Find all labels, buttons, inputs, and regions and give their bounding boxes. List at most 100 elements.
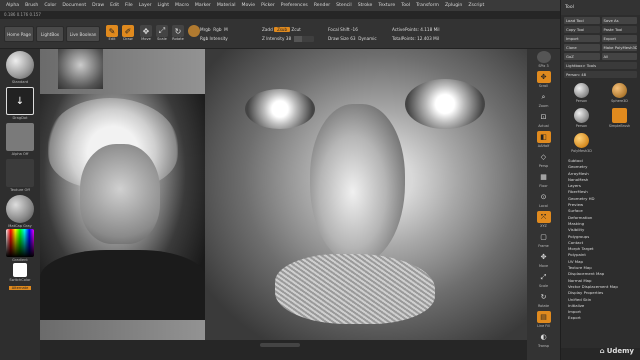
menu-render[interactable]: Render bbox=[311, 3, 333, 8]
person-slider[interactable]: Person: 48 bbox=[564, 71, 637, 78]
rotate-view-button[interactable]: ↻ Rotate bbox=[531, 291, 556, 308]
switch-color[interactable]: SwitchColor bbox=[5, 263, 35, 282]
local-button[interactable]: ⊙ Local bbox=[531, 191, 556, 208]
sculpt-model[interactable] bbox=[205, 49, 527, 340]
color-picker[interactable]: Gradient bbox=[5, 229, 35, 262]
stroke-selector[interactable]: ↓ DragDot bbox=[5, 87, 35, 120]
local-icon: ⊙ bbox=[540, 193, 547, 201]
tool-thumb-simplebrush[interactable]: SimpleBrush bbox=[602, 108, 637, 130]
actual-button[interactable]: ⊡ Actual bbox=[531, 111, 556, 128]
menu-tool[interactable]: Tool bbox=[398, 3, 413, 8]
brush-selector[interactable]: Standard bbox=[5, 51, 35, 84]
alternate-label: Alternate bbox=[8, 286, 32, 290]
menu-transform[interactable]: Transform bbox=[413, 3, 442, 8]
draw-icon: ✐ bbox=[122, 25, 134, 37]
zadd-zsub-row[interactable]: Zadd Zsub Zcut bbox=[262, 26, 301, 33]
menu-light[interactable]: Light bbox=[155, 3, 172, 8]
edit-button[interactable]: ✎ Edit bbox=[104, 25, 120, 43]
tool-thumb-label: Person bbox=[575, 99, 588, 103]
menu-macro[interactable]: Macro bbox=[172, 3, 192, 8]
mrgb-label: Mrgb bbox=[200, 27, 211, 32]
total-points-readout: TotalPoints: 12.403 Mil bbox=[392, 36, 440, 41]
menu-layer[interactable]: Layer bbox=[136, 3, 155, 8]
menu-movie[interactable]: Movie bbox=[238, 3, 258, 8]
zoom-button[interactable]: ⌕ Zoom bbox=[531, 91, 556, 109]
sphere3d-tool-icon bbox=[612, 83, 627, 98]
menu-zplugin[interactable]: Zplugin bbox=[442, 3, 465, 8]
scroll-button[interactable]: ✥ Scroll bbox=[531, 71, 556, 88]
tool-thumb-person-2[interactable]: Person bbox=[564, 108, 599, 130]
scale-icon: ⤢ bbox=[156, 25, 168, 37]
clone-button[interactable]: Clone bbox=[564, 44, 600, 51]
make-polymesh-button[interactable]: Make PolyMesh3D bbox=[601, 44, 637, 51]
export-menu[interactable]: Export bbox=[565, 315, 636, 321]
menu-preferences[interactable]: Preferences bbox=[278, 3, 311, 8]
tool-thumb-label: SimpleBrush bbox=[608, 124, 631, 128]
persp-button[interactable]: ◇ Persp bbox=[531, 151, 556, 168]
menu-edit[interactable]: Edit bbox=[107, 3, 122, 8]
alternate-button[interactable]: Alternate bbox=[5, 285, 35, 290]
scroll-icon: ✥ bbox=[536, 71, 551, 83]
menu-stroke[interactable]: Stroke bbox=[355, 3, 376, 8]
import-button[interactable]: Import bbox=[564, 35, 600, 42]
tool-thumb-person[interactable]: Person bbox=[564, 83, 599, 105]
scale-view-button[interactable]: ⤢ Scale bbox=[531, 271, 556, 289]
bottom-shelf-handle[interactable] bbox=[260, 343, 300, 347]
menu-zscript[interactable]: Zscript bbox=[465, 3, 487, 8]
frame-button[interactable]: ▢ Frame bbox=[531, 231, 556, 248]
menu-alpha[interactable]: Alpha bbox=[3, 3, 22, 8]
transp-button[interactable]: ◐ Transp bbox=[531, 331, 556, 348]
menu-draw[interactable]: Draw bbox=[89, 3, 107, 8]
menu-stencil[interactable]: Stencil bbox=[333, 3, 355, 8]
z-intensity-slider[interactable]: Z Intensity 38 bbox=[262, 35, 315, 42]
live-boolean-button[interactable]: Live Boolean bbox=[66, 26, 100, 42]
load-tool-button[interactable]: Load Tool bbox=[564, 17, 600, 24]
floor-label: Floor bbox=[539, 184, 548, 188]
aahalf-button[interactable]: ◧ AAHalf bbox=[531, 131, 556, 148]
tool-thumb-sphere3d[interactable]: Sphere3D bbox=[602, 83, 637, 105]
draw-size-slider[interactable]: Draw Size 63 Dynamic bbox=[328, 35, 377, 42]
save-as-button[interactable]: Save As bbox=[601, 17, 637, 24]
menu-picker[interactable]: Picker bbox=[258, 3, 278, 8]
menu-color[interactable]: Color bbox=[41, 3, 59, 8]
tool-palette-title[interactable]: Tool bbox=[561, 0, 640, 15]
document-canvas[interactable] bbox=[40, 49, 527, 340]
copy-tool-button[interactable]: Copy Tool bbox=[564, 26, 600, 33]
floor-button[interactable]: ▦ Floor bbox=[531, 171, 556, 188]
linefill-button[interactable]: ▤ Line Fill bbox=[531, 311, 556, 328]
menu-marker[interactable]: Marker bbox=[192, 3, 214, 8]
bpr-button[interactable]: SPix 3 bbox=[531, 51, 556, 68]
paste-tool-button[interactable]: Paste Tool bbox=[601, 26, 637, 33]
menu-material[interactable]: Material bbox=[214, 3, 239, 8]
goz-button[interactable]: GoZ bbox=[564, 53, 600, 60]
move-view-button[interactable]: ✥ Move bbox=[531, 251, 556, 268]
material-selector[interactable]: MatCap Gray bbox=[5, 195, 35, 228]
scale-button[interactable]: ⤢ Scale bbox=[154, 25, 170, 43]
all-button[interactable]: All bbox=[601, 53, 637, 60]
lightbox-button[interactable]: LightBox bbox=[36, 26, 64, 42]
texture-selector[interactable]: Texture Off bbox=[5, 159, 35, 192]
menu-brush[interactable]: Brush bbox=[22, 3, 41, 8]
zcut-label: Zcut bbox=[291, 27, 301, 32]
menu-texture[interactable]: Texture bbox=[375, 3, 398, 8]
mrgb-row[interactable]: Mrgb Rgb M bbox=[200, 26, 228, 33]
rgb-intensity-slider[interactable]: Rgb Intensity bbox=[200, 35, 228, 42]
draw-button[interactable]: ✐ Draw bbox=[120, 25, 136, 43]
home-page-button[interactable]: Home Page bbox=[4, 26, 34, 42]
lightbox-tools-button[interactable]: Lightbox> Tools bbox=[564, 62, 637, 69]
draw-size-label: Draw Size bbox=[328, 36, 349, 41]
zsub-button[interactable]: Zsub bbox=[274, 27, 291, 32]
move-button[interactable]: ✥ Move bbox=[138, 25, 154, 43]
alpha-selector[interactable]: Alpha Off bbox=[5, 123, 35, 156]
top-toolbar: Home Page LightBox Live Boolean ✎ Edit ✐… bbox=[0, 19, 560, 49]
scale-label: Scale bbox=[157, 37, 167, 41]
rotate-button[interactable]: ↻ Rotate bbox=[170, 25, 186, 43]
menu-file[interactable]: File bbox=[122, 3, 136, 8]
dynamic-label[interactable]: Dynamic bbox=[358, 36, 376, 41]
xyz-button[interactable]: ⤧ XYZ bbox=[531, 211, 556, 228]
export-button[interactable]: Export bbox=[601, 35, 637, 42]
focal-shift-slider[interactable]: Focal Shift -16 bbox=[328, 26, 358, 33]
transp-icon: ◐ bbox=[540, 333, 547, 341]
menu-document[interactable]: Document bbox=[59, 3, 89, 8]
tool-thumb-polymesh3d[interactable]: PolyMesh3D bbox=[564, 133, 599, 155]
